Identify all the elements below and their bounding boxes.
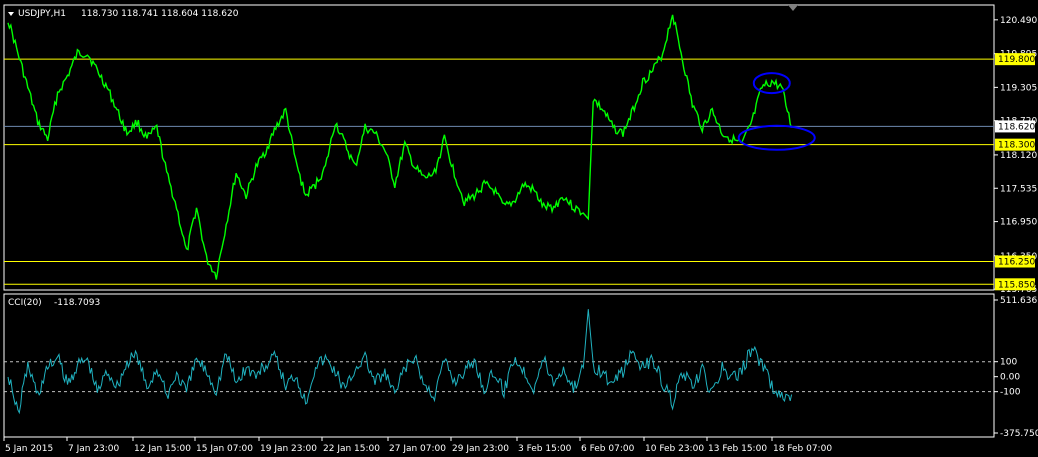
- time-tick-label: 29 Jan 23:00: [452, 444, 509, 454]
- time-tick-label: 6 Feb 07:00: [581, 444, 635, 454]
- trading-chart[interactable]: 120.490119.895119.305118.720118.120117.5…: [0, 0, 1038, 457]
- cci-header: CCI(20) -118.7093: [8, 298, 100, 308]
- cci-tick-label: -100: [1000, 388, 1021, 398]
- chart-background: [0, 0, 1038, 457]
- level-price-label: 115.850: [998, 280, 1035, 290]
- time-tick-label: 3 Feb 15:00: [518, 444, 572, 454]
- cci-indicator-label: CCI(20): [8, 298, 42, 308]
- chart-header: USDJPY,H1 118.730 118.741 118.604 118.62…: [8, 9, 239, 19]
- current-price-label: 118.620: [998, 122, 1035, 132]
- cci-tick-label: -375.7502: [1000, 429, 1038, 439]
- price-tick-label: 116.950: [1000, 218, 1037, 228]
- cci-tick-label: 0.00: [1000, 373, 1020, 383]
- time-tick-label: 10 Feb 23:00: [645, 444, 704, 454]
- cci-tick-label: 100: [1000, 358, 1017, 368]
- ohlc-label: 118.730 118.741 118.604 118.620: [81, 9, 239, 19]
- time-tick-label: 7 Jan 23:00: [68, 444, 120, 454]
- time-tick-label: 5 Jan 2015: [5, 444, 53, 454]
- price-tick-label: 120.490: [1000, 16, 1037, 26]
- price-tick-label: 117.535: [1000, 184, 1037, 194]
- time-tick-label: 12 Jan 15:00: [134, 444, 191, 454]
- time-tick-label: 15 Jan 07:00: [196, 444, 253, 454]
- symbol-label: USDJPY,H1: [18, 9, 66, 19]
- cci-value-label: -118.7093: [54, 298, 100, 308]
- level-price-label: 116.250: [998, 258, 1035, 268]
- time-tick-label: 22 Jan 15:00: [323, 444, 380, 454]
- time-tick-label: 18 Feb 07:00: [773, 444, 832, 454]
- cci-tick-label: 511.636: [1000, 296, 1037, 306]
- level-price-label: 119.800: [998, 55, 1035, 65]
- price-tick-label: 119.305: [1000, 83, 1037, 93]
- time-tick-label: 27 Jan 07:00: [389, 444, 446, 454]
- price-tick-label: 118.120: [1000, 151, 1037, 161]
- level-price-label: 118.300: [998, 141, 1035, 151]
- time-tick-label: 13 Feb 15:00: [708, 444, 767, 454]
- time-tick-label: 19 Jan 23:00: [260, 444, 317, 454]
